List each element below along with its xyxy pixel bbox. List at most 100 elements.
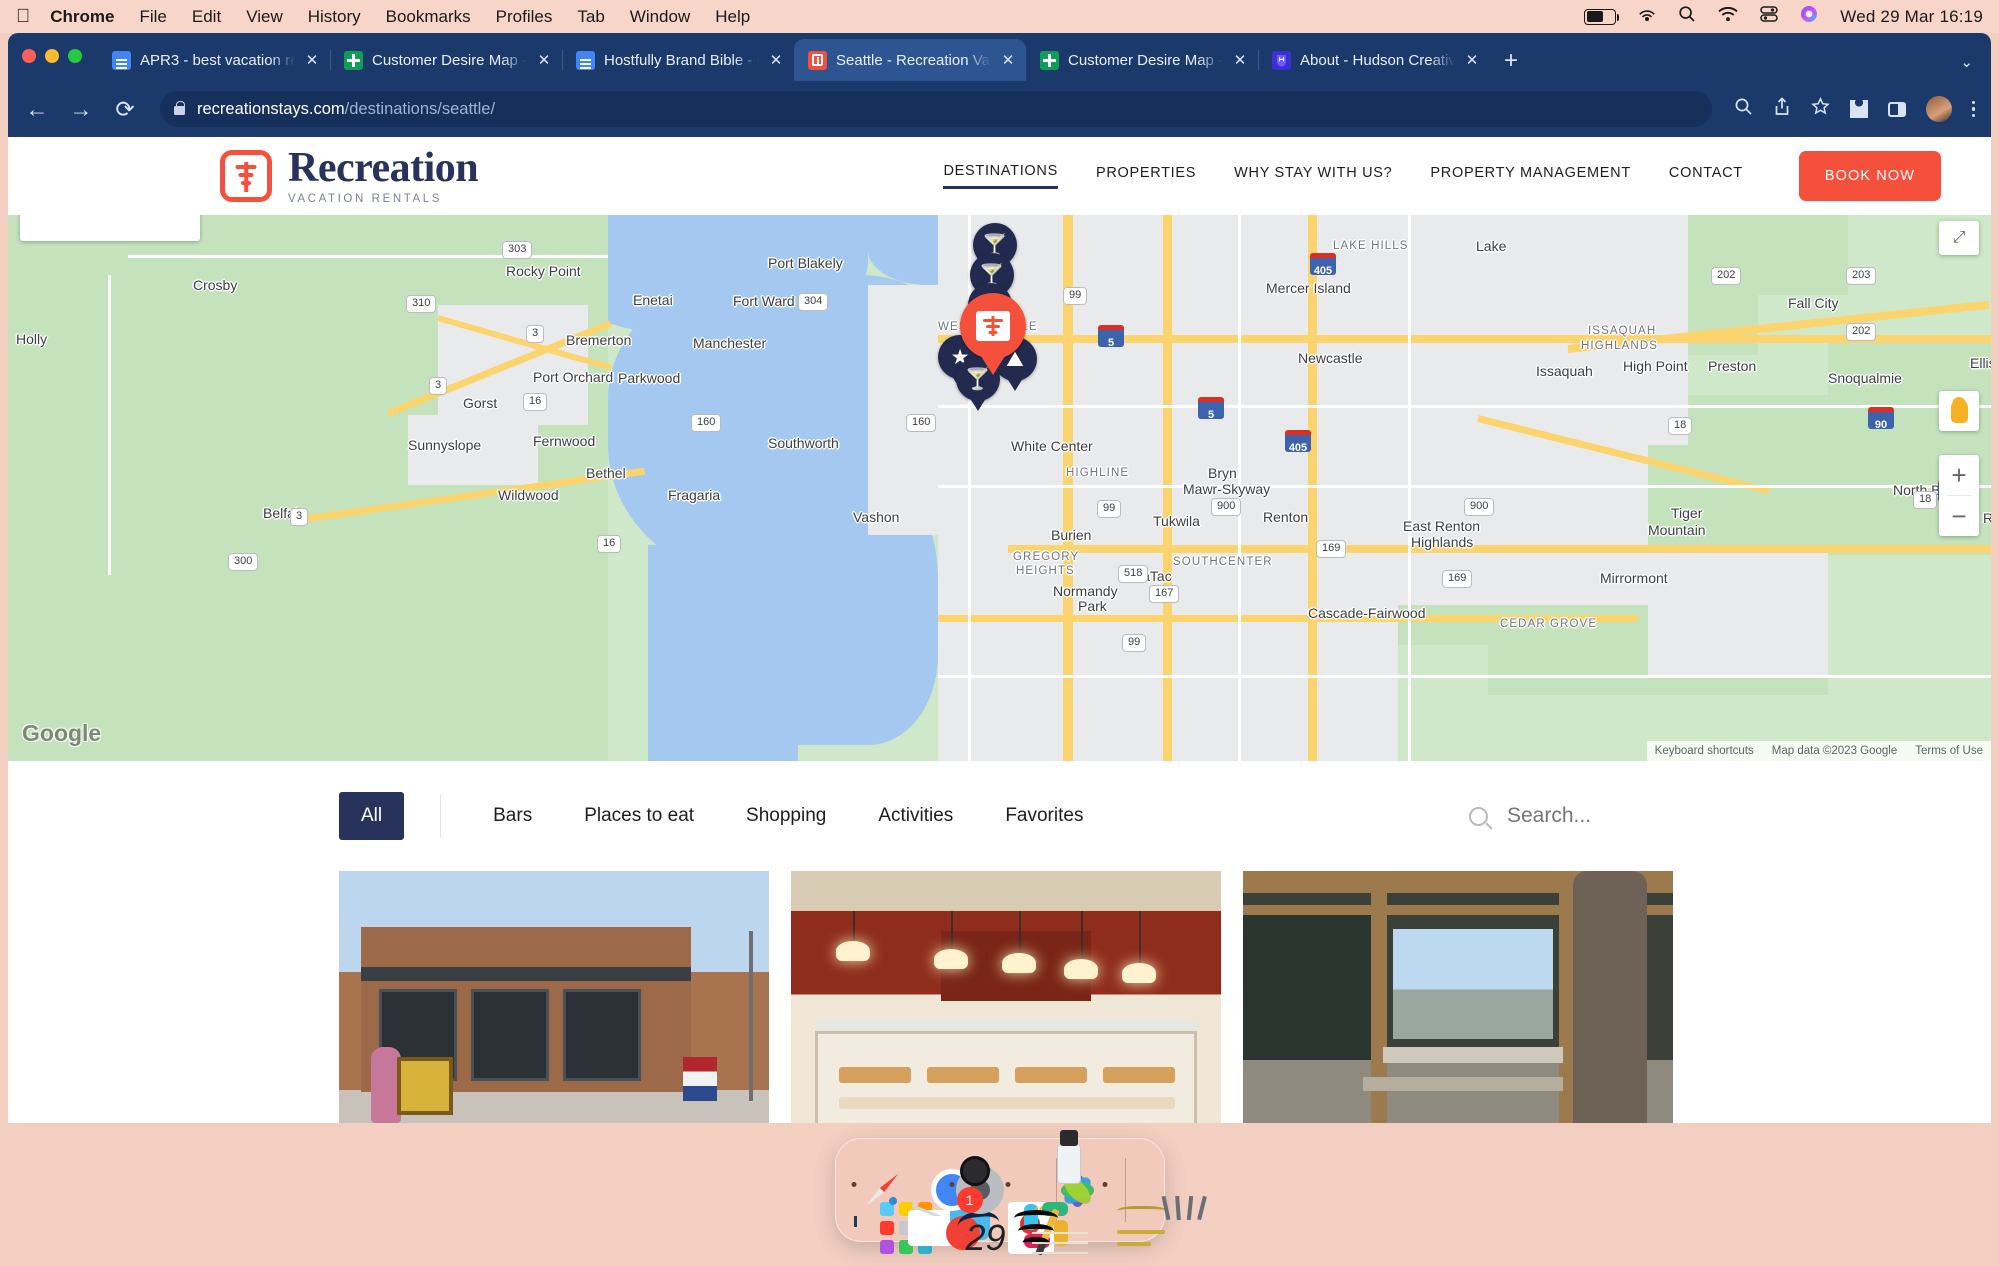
menu-item-help[interactable]: Help xyxy=(715,7,750,27)
close-tab-icon[interactable]: ✕ xyxy=(1464,51,1480,69)
route-shield: 167 xyxy=(1149,585,1179,603)
wifi-icon[interactable] xyxy=(1718,7,1738,27)
terms-of-use-link[interactable]: Terms of Use xyxy=(1915,745,1983,757)
control-center-icon[interactable] xyxy=(1760,5,1778,28)
map-place-label: Mirrormont xyxy=(1600,570,1668,586)
map-place-label: Southworth xyxy=(768,435,839,451)
browser-tab-1[interactable]: APR3 - best vacation ren ✕ xyxy=(98,39,330,81)
interstate-shield: 90 xyxy=(1868,407,1894,429)
map-place-label: Mountain xyxy=(1648,522,1706,538)
close-tab-icon[interactable]: ✕ xyxy=(768,51,784,69)
book-now-button[interactable]: BOOK NOW xyxy=(1799,151,1941,201)
filter-tab-all[interactable]: All xyxy=(339,792,404,840)
keyboard-shortcuts-link[interactable]: Keyboard shortcuts xyxy=(1655,745,1754,757)
map-place-label: Mercer Island xyxy=(1266,280,1351,296)
reload-button[interactable]: ⟳ xyxy=(112,98,138,121)
minimize-window-button[interactable] xyxy=(45,49,59,63)
maximize-window-button[interactable] xyxy=(68,49,82,63)
logo-wordmark: Recreation xyxy=(288,147,478,189)
route-shield: 18 xyxy=(1913,491,1937,509)
airplay-icon[interactable] xyxy=(1638,5,1656,28)
zoom-out-button[interactable]: − xyxy=(1939,496,1979,536)
side-panel-icon[interactable] xyxy=(1888,102,1906,117)
tab-search-chevron-down-icon[interactable]: ⌄ xyxy=(1960,53,1973,71)
browser-tab-2[interactable]: Customer Desire Map - H ✕ xyxy=(330,39,562,81)
route-shield: 310 xyxy=(406,295,436,313)
bookmark-star-icon[interactable] xyxy=(1811,97,1830,121)
menu-item-chrome[interactable]: Chrome xyxy=(50,7,114,27)
map-place-label: Park xyxy=(1078,598,1107,614)
omnibox-toolbar: ← → ⟳ recreationstays.com/destinations/s… xyxy=(8,81,1991,137)
new-tab-button[interactable]: + xyxy=(1504,49,1518,73)
place-card[interactable]: Bakery Nouveau xyxy=(791,871,1221,1123)
forward-button[interactable]: → xyxy=(68,98,94,121)
nav-destinations[interactable]: DESTINATIONS xyxy=(943,163,1057,189)
back-button[interactable]: ← xyxy=(24,98,50,121)
menu-bar-clock[interactable]: Wed 29 Mar 16:19 xyxy=(1840,7,1983,27)
zoom-icon[interactable] xyxy=(1734,97,1753,121)
chrome-menu-kebab-icon[interactable] xyxy=(1972,101,1976,118)
dock-area: MAR 29 1 “ xyxy=(0,1122,1999,1250)
google-map[interactable]: CrosbyHollyRocky PointEnetaiPort Blakely… xyxy=(8,215,1991,761)
browser-tab-3[interactable]: Hostfully Brand Bible - G ✕ xyxy=(562,39,794,81)
macos-dock: MAR 29 1 “ xyxy=(835,1138,1165,1242)
map-search-box[interactable] xyxy=(20,215,200,241)
recreation-icon xyxy=(808,51,827,70)
close-tab-icon[interactable]: ✕ xyxy=(304,51,320,69)
nav-properties[interactable]: PROPERTIES xyxy=(1096,165,1196,188)
browser-tab-6[interactable]: About - Hudson Creative ✕ xyxy=(1258,39,1490,81)
extensions-puzzle-icon[interactable] xyxy=(1850,100,1868,118)
filter-tab-places-to-eat[interactable]: Places to eat xyxy=(584,805,694,827)
close-tab-icon[interactable]: ✕ xyxy=(1232,51,1248,69)
filter-tab-activities[interactable]: Activities xyxy=(878,805,953,827)
menu-item-profiles[interactable]: Profiles xyxy=(496,7,553,27)
interstate-shield: 5 xyxy=(1198,397,1224,419)
page-viewport: Recreation VACATION RENTALS DESTINATIONS… xyxy=(8,137,1991,1123)
battery-icon[interactable] xyxy=(1584,9,1616,25)
close-window-button[interactable] xyxy=(22,49,36,63)
route-shield: 160 xyxy=(906,414,936,432)
nav-why-stay-with-us[interactable]: WHY STAY WITH US? xyxy=(1234,165,1392,188)
map-place-label: Parkwood xyxy=(618,370,680,386)
map-fullscreen-button[interactable]: ⤢ xyxy=(1939,221,1979,255)
filter-tab-favorites[interactable]: Favorites xyxy=(1005,805,1083,827)
menu-item-file[interactable]: File xyxy=(139,7,166,27)
map-place-label: LAKE HILLS xyxy=(1333,240,1409,252)
browser-tab-4-active[interactable]: Seattle - Recreation Vaca ✕ xyxy=(794,39,1026,81)
address-bar[interactable]: recreationstays.com/destinations/seattle… xyxy=(160,91,1712,127)
close-tab-icon[interactable]: ✕ xyxy=(1000,51,1016,69)
nav-property-management[interactable]: PROPERTY MANAGEMENT xyxy=(1430,165,1631,188)
filter-tab-shopping[interactable]: Shopping xyxy=(746,805,826,827)
menu-item-tab[interactable]: Tab xyxy=(577,7,604,27)
menu-item-history[interactable]: History xyxy=(308,7,361,27)
close-tab-icon[interactable]: ✕ xyxy=(536,51,552,69)
share-icon[interactable] xyxy=(1773,97,1791,121)
apple-icon[interactable]:  xyxy=(16,7,30,26)
spotlight-search-icon[interactable] xyxy=(1678,5,1696,28)
nav-contact[interactable]: CONTACT xyxy=(1669,165,1743,188)
map-pin-property-primary[interactable] xyxy=(960,293,1026,377)
site-logo[interactable]: Recreation VACATION RENTALS xyxy=(220,147,478,205)
route-shield: 3 xyxy=(526,325,544,343)
menu-item-window[interactable]: Window xyxy=(630,7,690,27)
menu-item-view[interactable]: View xyxy=(246,7,283,27)
profile-avatar[interactable] xyxy=(1926,96,1952,122)
google-sheets-icon xyxy=(344,51,363,70)
search-input[interactable] xyxy=(1507,804,1737,828)
place-card[interactable]: Talarico’s Pizzeria xyxy=(1243,871,1673,1123)
map-place-label: Highlands xyxy=(1411,534,1473,550)
street-view-pegman-icon[interactable] xyxy=(1939,391,1979,431)
route-shield: 202 xyxy=(1846,323,1876,341)
siri-icon[interactable] xyxy=(1800,5,1818,28)
browser-tab-5[interactable]: Customer Desire Map - H ✕ xyxy=(1026,39,1258,81)
zoom-in-button[interactable]: + xyxy=(1939,455,1979,495)
menu-item-bookmarks[interactable]: Bookmarks xyxy=(386,7,471,27)
google-docs-icon xyxy=(576,51,595,70)
recreation-house-icon xyxy=(960,293,1026,359)
menu-item-edit[interactable]: Edit xyxy=(192,7,221,27)
map-place-label: Fernwood xyxy=(533,433,595,449)
filter-tab-bars[interactable]: Bars xyxy=(493,805,532,827)
map-place-label: Normandy xyxy=(1053,583,1118,599)
place-card[interactable]: Endolyne Joe’s xyxy=(339,871,769,1123)
url-path: /destinations/seattle/ xyxy=(345,100,495,118)
